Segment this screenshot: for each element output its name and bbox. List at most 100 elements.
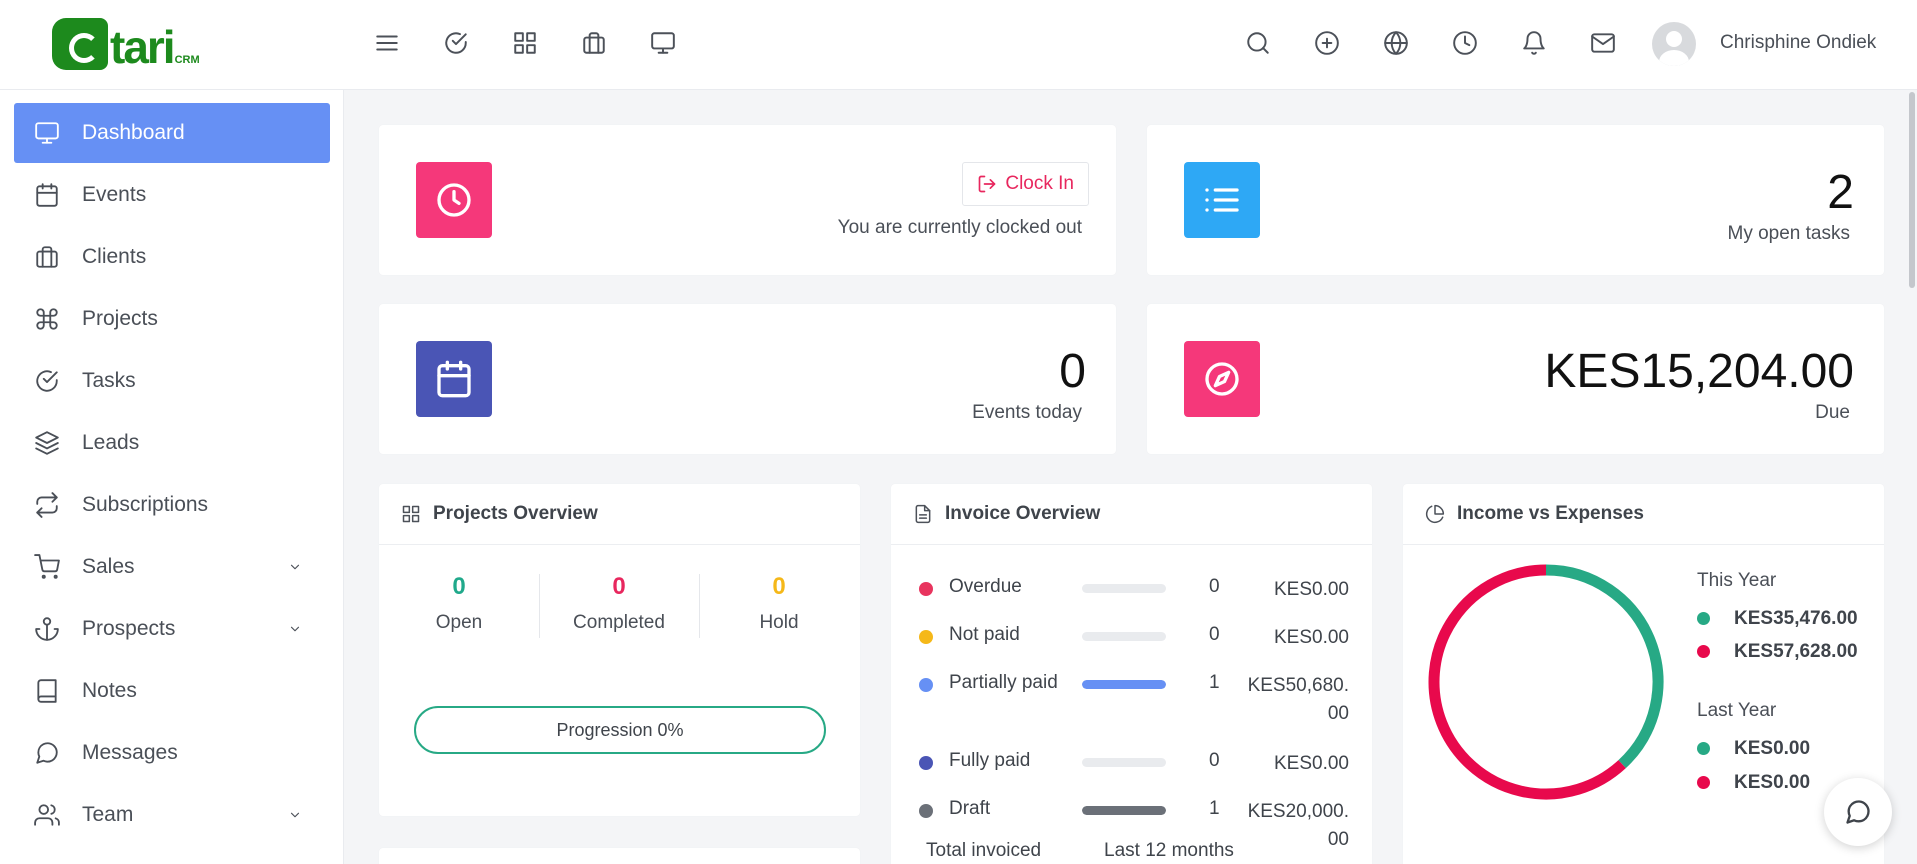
- sidebar-item-leads[interactable]: Leads: [14, 413, 330, 473]
- invoice-row[interactable]: Not paid 0 KES0.00: [919, 622, 1349, 652]
- stat-hold[interactable]: 0 Hold: [699, 572, 859, 634]
- panel-header: Income vs Expenses: [1403, 484, 1884, 545]
- search-icon[interactable]: [1243, 28, 1273, 58]
- donut-slice-expenses[interactable]: [1428, 564, 1626, 800]
- message-icon: [1846, 800, 1870, 824]
- status-dot: [919, 630, 933, 644]
- stat-open[interactable]: 0 Open: [379, 572, 539, 634]
- invoice-bar: [1082, 584, 1166, 593]
- sidebar-item-label: Projects: [82, 307, 158, 330]
- stat-completed[interactable]: 0 Completed: [539, 572, 699, 634]
- last-year-income: KES0.00: [1697, 738, 1810, 760]
- status-dot: [919, 678, 933, 692]
- open-tasks-label: My open tasks: [1727, 223, 1851, 244]
- stat-label: Completed: [573, 612, 665, 633]
- globe-icon[interactable]: [1381, 28, 1411, 58]
- logo[interactable]: tari CRM: [52, 18, 200, 70]
- briefcase-icon[interactable]: [579, 28, 609, 58]
- sidebar-item-label: Team: [82, 803, 134, 826]
- legend-dot: [1697, 742, 1710, 755]
- sidebar-item-label: Dashboard: [82, 121, 185, 144]
- pie-chart-icon: [1425, 504, 1445, 524]
- sidebar-item-label: Messages: [82, 741, 178, 764]
- open-tasks-widget[interactable]: 2 My open tasks: [1147, 125, 1884, 275]
- invoice-amount: KES0.00: [1274, 579, 1349, 600]
- avatar[interactable]: [1652, 22, 1696, 66]
- last-year-label: Last Year: [1697, 700, 1777, 721]
- clock-icon: [437, 183, 471, 217]
- monitor-icon[interactable]: [648, 28, 678, 58]
- period-label: Last 12 months: [1104, 840, 1234, 861]
- invoice-bar-fill: [1082, 680, 1166, 689]
- clock-in-label: Clock In: [1005, 173, 1074, 194]
- scrollbar[interactable]: [1907, 90, 1917, 864]
- sidebar-item-sales[interactable]: Sales: [14, 537, 330, 597]
- bell-icon[interactable]: [1519, 28, 1549, 58]
- panel-title: Income vs Expenses: [1457, 503, 1644, 524]
- message-icon: [36, 742, 58, 764]
- due-widget[interactable]: KES15,204.00 Due: [1147, 304, 1884, 454]
- sidebar-item-team[interactable]: Team: [14, 785, 330, 845]
- stat-value: 0: [452, 573, 466, 600]
- sidebar-item-prospects[interactable]: Prospects: [14, 599, 330, 659]
- check-circle-icon: [36, 370, 58, 392]
- plus-circle-icon[interactable]: [1312, 28, 1342, 58]
- invoice-amount: KES0.00: [1274, 627, 1349, 648]
- clock-status: You are currently clocked out: [837, 217, 1082, 238]
- invoice-bar: [1082, 806, 1166, 815]
- donut-slice-income[interactable]: [1545, 564, 1664, 769]
- events-today-widget[interactable]: 0 Events today: [379, 304, 1116, 454]
- next-panel: [379, 848, 860, 864]
- mail-icon[interactable]: [1588, 28, 1618, 58]
- log-in-icon: [979, 175, 996, 193]
- due-tile: [1184, 341, 1260, 417]
- invoice-row[interactable]: Overdue 0 KES0.00: [919, 574, 1349, 604]
- scrollbar-thumb[interactable]: [1909, 92, 1915, 288]
- amount: KES35,476.00: [1734, 608, 1858, 629]
- logo-sub: CRM: [174, 54, 200, 66]
- check-circle-icon[interactable]: [441, 28, 471, 58]
- total-invoiced-label: Total invoiced: [926, 840, 1042, 861]
- sidebar-item-projects[interactable]: Projects: [14, 289, 330, 349]
- sidebar-item-clients[interactable]: Clients: [14, 227, 330, 287]
- stat-label: Hold: [759, 612, 799, 633]
- events-tile: [416, 341, 492, 417]
- invoice-status-label: Partially paid: [949, 672, 1058, 693]
- status-dot: [919, 582, 933, 596]
- menu-icon[interactable]: [372, 28, 402, 58]
- this-year-expense: KES57,628.00: [1697, 641, 1858, 663]
- invoice-row[interactable]: Partially paid 1 KES50,680.00: [919, 670, 1349, 724]
- events-today-count: 0: [1059, 345, 1086, 398]
- invoice-row[interactable]: Draft 1 KES20,000.00: [919, 796, 1349, 850]
- clock-in-button[interactable]: Clock In: [962, 162, 1089, 206]
- invoice-count: 0: [1209, 576, 1220, 597]
- due-label: Due: [1815, 402, 1850, 423]
- invoice-overview-panel: Invoice Overview Overdue 0 KES0.00 Not paid…: [891, 484, 1372, 864]
- invoice-status-label: Fully paid: [949, 750, 1031, 771]
- compass-icon: [1205, 362, 1239, 396]
- user-name[interactable]: Chrisphine Ondiek: [1720, 32, 1876, 54]
- chevron-down-icon: [290, 812, 300, 818]
- amount: KES0.00: [1734, 738, 1811, 759]
- invoice-row[interactable]: Fully paid 0 KES0.00: [919, 748, 1349, 778]
- clock-tile: [416, 162, 492, 238]
- amount: KES0.00: [1734, 772, 1811, 793]
- sidebar-item-events[interactable]: Events: [14, 165, 330, 225]
- open-tasks-count: 2: [1827, 166, 1854, 219]
- invoice-count: 1: [1209, 798, 1220, 819]
- sidebar-item-messages[interactable]: Messages: [14, 723, 330, 783]
- invoice-status-label: Draft: [949, 798, 991, 819]
- status-dot: [919, 804, 933, 818]
- status-dot: [919, 756, 933, 770]
- sidebar-item-notes[interactable]: Notes: [14, 661, 330, 721]
- book-icon: [37, 679, 57, 703]
- stat-label: Open: [435, 612, 483, 633]
- sidebar-item-label: Clients: [82, 245, 147, 268]
- clock-icon[interactable]: [1450, 28, 1480, 58]
- sidebar-item-tasks[interactable]: Tasks: [14, 351, 330, 411]
- sidebar-item-subscriptions[interactable]: Subscriptions: [14, 475, 330, 535]
- due-amount: KES15,204.00: [1544, 345, 1854, 398]
- sidebar-item-dashboard[interactable]: Dashboard: [14, 103, 330, 163]
- chat-button[interactable]: [1824, 778, 1892, 846]
- grid-icon[interactable]: [510, 28, 540, 58]
